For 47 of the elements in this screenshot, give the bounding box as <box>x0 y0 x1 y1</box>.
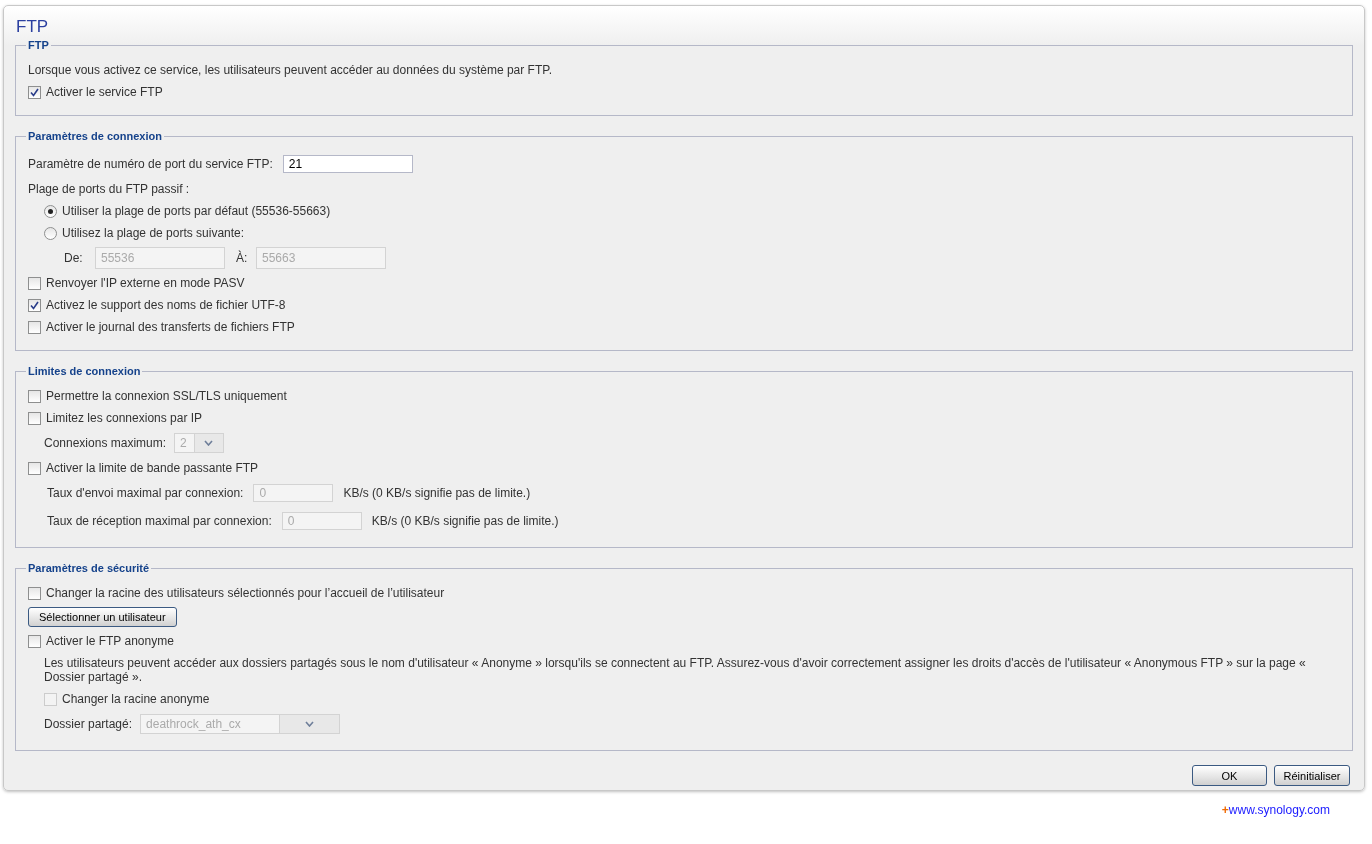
checkbox-label[interactable]: Activez le support des noms de fichier UTF-8 <box>46 298 286 312</box>
checkbox[interactable] <box>28 298 41 312</box>
field-label: Connexions maximum: <box>44 436 167 450</box>
field-label: Taux de réception maximal par connexion: <box>47 514 272 528</box>
description-text: Lorsque vous activez ce service, les utilisateurs peuvent accéder au données du système par FTP. <box>28 62 553 79</box>
field-label: Dossier partagé: <box>44 717 133 731</box>
group-title: Paramètres de sécurité <box>27 562 151 574</box>
ok-button[interactable]: OK <box>1192 765 1267 786</box>
checkbox-label[interactable]: Changer la racine des utilisateurs sélectionnés pour l’accueil de l’utilisateur <box>46 586 445 600</box>
checkbox[interactable] <box>28 276 41 290</box>
radio-button[interactable] <box>44 226 57 240</box>
unit-hint: KB/s (0 KB/s signifie pas de limite.) <box>343 486 531 500</box>
checkbox-label[interactable]: Activer la limite de bande passante FTP <box>46 461 259 475</box>
checkbox-label[interactable]: Activer le service FTP <box>46 85 163 99</box>
select-user-button[interactable]: Sélectionner un utilisateur <box>28 607 177 627</box>
checkbox-label[interactable]: Renvoyer l'IP externe en mode PASV <box>46 276 245 290</box>
plus-icon: + <box>1221 803 1229 817</box>
checkbox[interactable] <box>28 320 41 334</box>
caret-icon <box>305 721 314 727</box>
radio-label[interactable]: Utilisez la plage de ports suivante: <box>62 226 245 240</box>
caret-icon <box>204 440 214 446</box>
checkbox[interactable] <box>28 461 41 475</box>
radio-label[interactable]: Utiliser la plage de ports par défaut (55536-55663) <box>62 204 331 218</box>
input-field[interactable]: 21 <box>282 155 413 173</box>
unit-hint: KB/s (0 KB/s signifie pas de limite.) <box>371 514 559 528</box>
group-title: Limites de connexion <box>27 365 142 377</box>
checkbox-label[interactable]: Activer le FTP anonyme <box>46 634 174 648</box>
checkbox-label[interactable]: Limitez les connexions par IP <box>46 411 203 425</box>
group-title: FTP <box>27 39 50 51</box>
field-label: De: <box>64 251 84 265</box>
checkbox[interactable] <box>28 634 41 648</box>
reset-button[interactable]: Réinitialiser <box>1274 765 1350 786</box>
checkbox-label[interactable]: Permettre la connexion SSL/TLS uniquement <box>46 389 287 403</box>
website-link[interactable]: www.synology.com <box>1228 803 1330 817</box>
description-text: Plage de ports du FTP passif : <box>28 181 190 198</box>
description-text: Les utilisateurs peuvent accéder aux dossiers partagés sous le nom d'utilisateur « Anonyme » lorsqu'ils se connectent au FTP. Assurez-vous d'avoir correctement assigner les droits d'accès de l'utilisateur « Anonymous FTP » sur la page « Dossier partagé ». <box>44 655 1307 686</box>
checkbox-label[interactable]: Activer le journal des transferts de fichiers FTP <box>46 320 295 334</box>
radio-button[interactable] <box>44 204 57 218</box>
checkbox[interactable] <box>28 389 41 403</box>
checkbox[interactable] <box>28 411 41 425</box>
field-label: Paramètre de numéro de port du service FTP: <box>28 157 273 171</box>
group-title: Paramètres de connexion <box>27 130 163 142</box>
checkbox[interactable] <box>28 586 41 600</box>
field-label: Taux d'envoi maximal par connexion: <box>47 486 244 500</box>
checkbox[interactable] <box>28 85 41 99</box>
field-label: À: <box>236 251 249 265</box>
page-title: FTP <box>16 17 50 37</box>
